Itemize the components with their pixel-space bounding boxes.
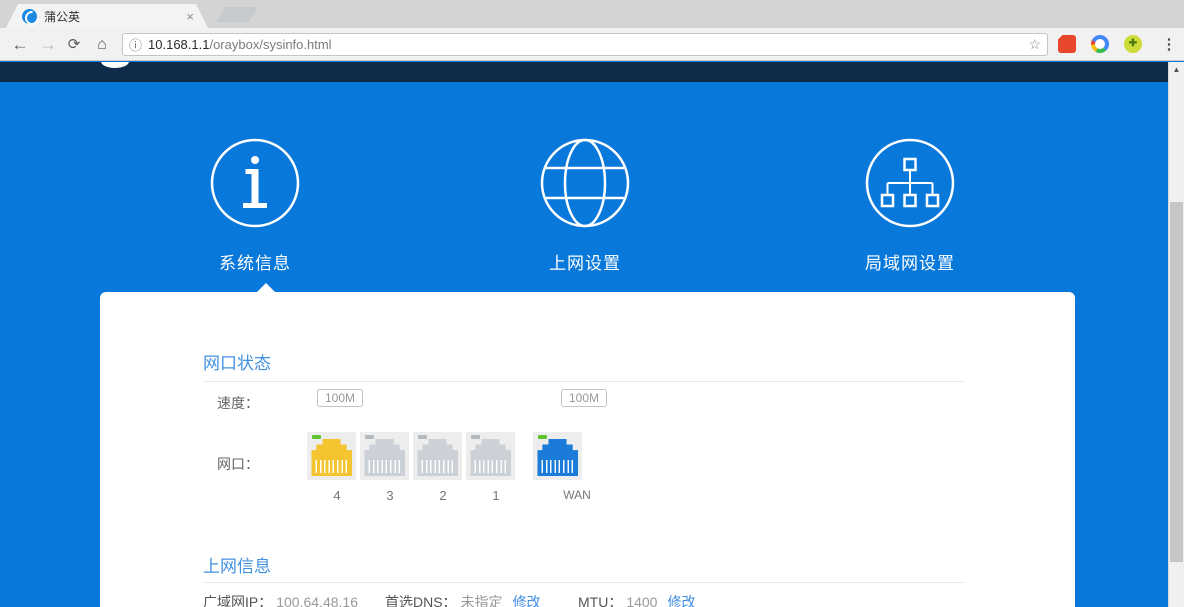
scroll-up-icon[interactable]: ▲ xyxy=(1169,62,1184,78)
nav-item-lan-settings[interactable]: 局域网设置 xyxy=(820,137,1000,274)
lan-port-2 xyxy=(413,432,462,480)
port-pins xyxy=(474,460,507,473)
url-path: /oraybox/sysinfo.html xyxy=(209,37,332,52)
info-icon xyxy=(210,138,300,228)
nav-label-lan-settings: 局域网设置 xyxy=(865,254,955,273)
mtu-label: MTU： xyxy=(578,594,623,607)
browser-tab[interactable]: 蒲公英 × xyxy=(6,4,208,28)
wan-ip-value: 100.64.48.16 xyxy=(276,594,358,607)
site-header-bar xyxy=(0,62,1168,82)
port-strip xyxy=(307,432,582,480)
reload-icon[interactable]: ⟳ xyxy=(62,33,86,57)
browser-menu-icon[interactable]: ⋮ xyxy=(1158,33,1180,57)
home-icon[interactable]: ⌂ xyxy=(90,33,114,57)
wan-ip-field: 广域网IP： 100.64.48.16 xyxy=(203,592,358,607)
browser-toolbar: ← → ⟳ ⌂ ⓘ 10.168.1.1/oraybox/sysinfo.htm… xyxy=(0,28,1184,61)
mtu-value: 1400 xyxy=(626,594,658,607)
dns-value: 未指定 xyxy=(460,594,503,607)
globe-icon xyxy=(540,138,630,228)
port-pins xyxy=(368,460,401,473)
site-logo-icon xyxy=(101,62,129,68)
port-number-label: WAN xyxy=(563,488,591,502)
divider xyxy=(203,582,965,583)
rj45-port-icon xyxy=(417,439,458,476)
system-info-card: 网口状态 速度： 100M 100M 网口： 4 3 2 1 WAN 上网信息 … xyxy=(100,283,1075,607)
wan-port xyxy=(533,432,582,480)
compass-extension-icon[interactable] xyxy=(1091,35,1109,53)
page-content: 系统信息 上网设置 局域网设置 网口状态 速度： 100M 100M 网口： 4… xyxy=(0,82,1168,607)
port-number-label: 2 xyxy=(439,488,447,503)
url-text: 10.168.1.1/oraybox/sysinfo.html xyxy=(148,37,332,52)
rj45-port-icon xyxy=(364,439,405,476)
rj45-port-icon xyxy=(311,439,352,476)
site-favicon-icon xyxy=(22,9,37,24)
port-pins xyxy=(315,460,348,473)
port-number-label: 4 xyxy=(333,488,341,503)
port-led-icon xyxy=(418,435,427,439)
page-info-icon[interactable]: ⓘ xyxy=(129,35,142,54)
port-led-icon xyxy=(365,435,374,439)
speed-badge-wan: 100M xyxy=(561,389,608,407)
rj45-port-icon xyxy=(537,439,578,476)
lan-tree-icon xyxy=(865,138,955,228)
lan-port-1 xyxy=(466,432,515,480)
speed-badge-lan: 100M xyxy=(317,389,364,407)
ports-row-label: 网口： xyxy=(217,456,259,472)
bookmark-star-icon[interactable]: ☆ xyxy=(1028,36,1041,53)
address-bar[interactable]: ⓘ 10.168.1.1/oraybox/sysinfo.html ☆ xyxy=(122,33,1048,56)
new-tab-button[interactable] xyxy=(216,7,258,22)
port-number-label: 3 xyxy=(386,488,394,503)
nav-item-internet-settings[interactable]: 上网设置 xyxy=(495,137,675,274)
plus-extension-icon[interactable]: ✚ xyxy=(1124,35,1142,53)
port-led-icon xyxy=(471,435,480,439)
tab-close-icon[interactable]: × xyxy=(186,10,194,23)
browser-window: 蒲公英 × ← → ⟳ ⌂ ⓘ 10.168.1.1/oraybox/sysin… xyxy=(0,0,1184,607)
forward-icon: → xyxy=(39,35,57,54)
page-scrollbar[interactable]: ▲ xyxy=(1168,62,1184,607)
lan-port-3 xyxy=(360,432,409,480)
wan-ip-label: 广域网IP： xyxy=(203,594,273,607)
speed-row-label: 速度： xyxy=(217,395,259,411)
scrollbar-thumb[interactable] xyxy=(1170,202,1183,562)
lan-port-4 xyxy=(307,432,356,480)
orange-extension-icon[interactable] xyxy=(1058,35,1076,53)
port-pins xyxy=(541,460,574,473)
rj45-port-icon xyxy=(470,439,511,476)
url-domain: 10.168.1.1 xyxy=(148,37,210,52)
mtu-field: MTU： 1400 修改 xyxy=(578,592,695,607)
dns-label: 首选DNS： xyxy=(385,594,457,607)
dns-field: 首选DNS： 未指定 修改 xyxy=(385,592,541,607)
section-heading-internet-info: 上网信息 xyxy=(203,557,271,576)
tab-title: 蒲公英 xyxy=(44,9,81,24)
nav-label-internet-settings: 上网设置 xyxy=(549,254,621,273)
nav-label-system-info: 系统信息 xyxy=(219,254,291,273)
divider xyxy=(203,381,965,382)
tab-strip: 蒲公英 × xyxy=(0,0,1184,28)
dns-modify-link[interactable]: 修改 xyxy=(513,594,541,607)
port-number-label: 1 xyxy=(492,488,500,503)
mtu-modify-link[interactable]: 修改 xyxy=(667,594,695,607)
nav-item-system-info[interactable]: 系统信息 xyxy=(165,137,345,274)
port-led-icon xyxy=(538,435,547,439)
back-icon[interactable]: ← xyxy=(8,33,32,57)
port-led-icon xyxy=(312,435,321,439)
port-pins xyxy=(421,460,454,473)
section-heading-port-status: 网口状态 xyxy=(203,354,271,373)
